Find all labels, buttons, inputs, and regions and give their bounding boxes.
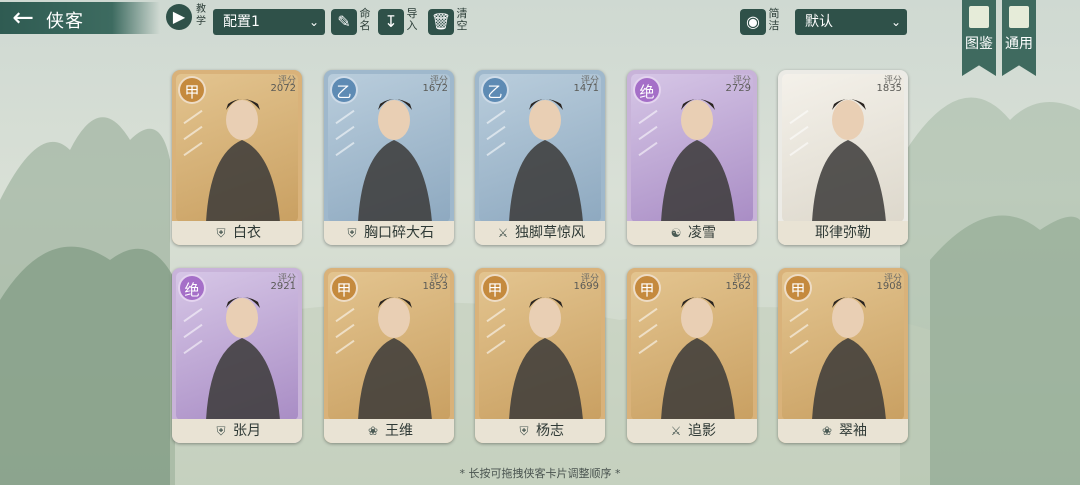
score-value: 1699 (573, 281, 599, 292)
chevron-down-icon: ⌄ (308, 15, 319, 29)
clear-button[interactable]: 清空 (455, 8, 469, 32)
config-select[interactable]: 配置1 ⌄ (213, 9, 325, 35)
sort-select[interactable]: 默认 ⌄ (795, 9, 907, 35)
grade-badge: 绝 (633, 76, 661, 104)
import-button[interactable]: 导入 (405, 8, 419, 32)
yinyang-icon: ☯ (670, 226, 682, 240)
shield-icon: ⛨ (216, 424, 226, 438)
hero-name: 胸口碎大石 (364, 225, 434, 241)
shield-icon: ⛨ (216, 226, 226, 240)
shield-icon: ⛨ (519, 424, 529, 438)
score-value: 2729 (725, 83, 751, 94)
hero-card[interactable]: 绝评分 2729 ☯ 凌雪 (627, 70, 757, 245)
hero-card[interactable]: 甲评分 2072 ⛨ 白衣 (172, 70, 302, 245)
score-value: 1471 (573, 83, 599, 94)
hero-name-strip: ☯ 凌雪 (627, 221, 757, 245)
hero-name: 杨志 (536, 423, 564, 439)
hero-name-strip: ⚔ 独脚草惊风 (475, 221, 605, 245)
hero-card[interactable]: 甲评分 1699 ⛨ 杨志 (475, 268, 605, 443)
grade-badge: 甲 (178, 76, 206, 104)
shield-icon: ⛨ (347, 226, 357, 240)
drag-hint: * 长按可拖拽侠客卡片调整顺序 * (459, 467, 621, 480)
play-icon[interactable]: ▶ (166, 4, 192, 30)
simple-toggle[interactable]: 简洁 (767, 8, 781, 32)
common-label: 通用 (1005, 36, 1033, 52)
trash-icon[interactable]: 🗑 (428, 9, 454, 35)
hero-card[interactable]: 甲评分 1853 ❀ 王维 (324, 268, 454, 443)
page-title: 侠客 (46, 11, 84, 32)
book-icon (1009, 6, 1029, 28)
grade-badge: 甲 (633, 274, 661, 302)
hero-card[interactable]: 甲评分 1908 ❀ 翠袖 (778, 268, 908, 443)
grade-badge: 甲 (481, 274, 509, 302)
hero-name-strip: ⛨ 胸口碎大石 (324, 221, 454, 245)
hero-name-strip: 耶律弥勒 (778, 221, 908, 245)
grade-badge: 绝 (178, 274, 206, 302)
hero-name-strip: ⛨ 杨志 (475, 419, 605, 443)
tutorial-label: 教学 (196, 4, 206, 27)
hero-card[interactable]: 甲评分 1562 ⚔ 追影 (627, 268, 757, 443)
hero-card[interactable]: 绝评分 2921 ⛨ 张月 (172, 268, 302, 443)
score-value: 1562 (725, 281, 751, 292)
hero-card[interactable]: 乙评分 1471 ⚔ 独脚草惊风 (475, 70, 605, 245)
hero-name: 凌雪 (688, 225, 716, 241)
hero-name: 独脚草惊风 (515, 225, 585, 241)
grade-badge: 甲 (330, 274, 358, 302)
grade-badge: 乙 (481, 76, 509, 104)
title-tab: ← 侠客 (0, 2, 160, 34)
book-icon (969, 6, 989, 28)
download-icon[interactable]: ↧ (378, 9, 404, 35)
hero-name: 王维 (385, 423, 413, 439)
hero-name-strip: ⛨ 白衣 (172, 221, 302, 245)
top-bar: ← 侠客 ▶ 教学 配置1 ⌄ ✎ 命名 ↧ 导入 🗑 清空 ◉ 简洁 默认 ⌄… (0, 0, 1080, 76)
hero-name-strip: ❀ 翠袖 (778, 419, 908, 443)
hero-name: 翠袖 (839, 423, 867, 439)
hero-name: 白衣 (233, 225, 261, 241)
config-select-value: 配置1 (223, 14, 260, 30)
score-value: 1672 (422, 83, 448, 94)
sword-icon: ⚔ (497, 226, 509, 240)
hero-card[interactable]: 乙评分 1672 ⛨ 胸口碎大石 (324, 70, 454, 245)
gallery-label: 图鉴 (965, 36, 993, 52)
lotus-icon: ❀ (367, 424, 379, 438)
sort-select-value: 默认 (805, 14, 833, 30)
score-value: 1853 (422, 281, 448, 292)
hero-name: 张月 (233, 423, 261, 439)
hero-name: 追影 (688, 423, 716, 439)
sword-icon: ⚔ (670, 424, 682, 438)
chevron-down-icon: ⌄ (890, 15, 901, 29)
common-tab[interactable]: 通用 (1002, 0, 1036, 76)
score-value: 2921 (270, 281, 296, 292)
score-value: 1835 (876, 83, 902, 94)
hero-name-strip: ⛨ 张月 (172, 419, 302, 443)
gallery-tab[interactable]: 图鉴 (962, 0, 996, 76)
hero-card[interactable]: 评分 1835 耶律弥勒 (778, 70, 908, 245)
hero-name-strip: ❀ 王维 (324, 419, 454, 443)
back-arrow-icon[interactable]: ← (6, 5, 40, 31)
eye-icon[interactable]: ◉ (740, 9, 766, 35)
lotus-icon: ❀ (821, 424, 833, 438)
rename-button[interactable]: 命名 (358, 8, 372, 32)
grade-badge: 乙 (330, 76, 358, 104)
grade-badge: 甲 (784, 274, 812, 302)
hero-name: 耶律弥勒 (815, 225, 871, 241)
hero-name-strip: ⚔ 追影 (627, 419, 757, 443)
score-value: 1908 (876, 281, 902, 292)
score-value: 2072 (270, 83, 296, 94)
brush-icon[interactable]: ✎ (331, 9, 357, 35)
